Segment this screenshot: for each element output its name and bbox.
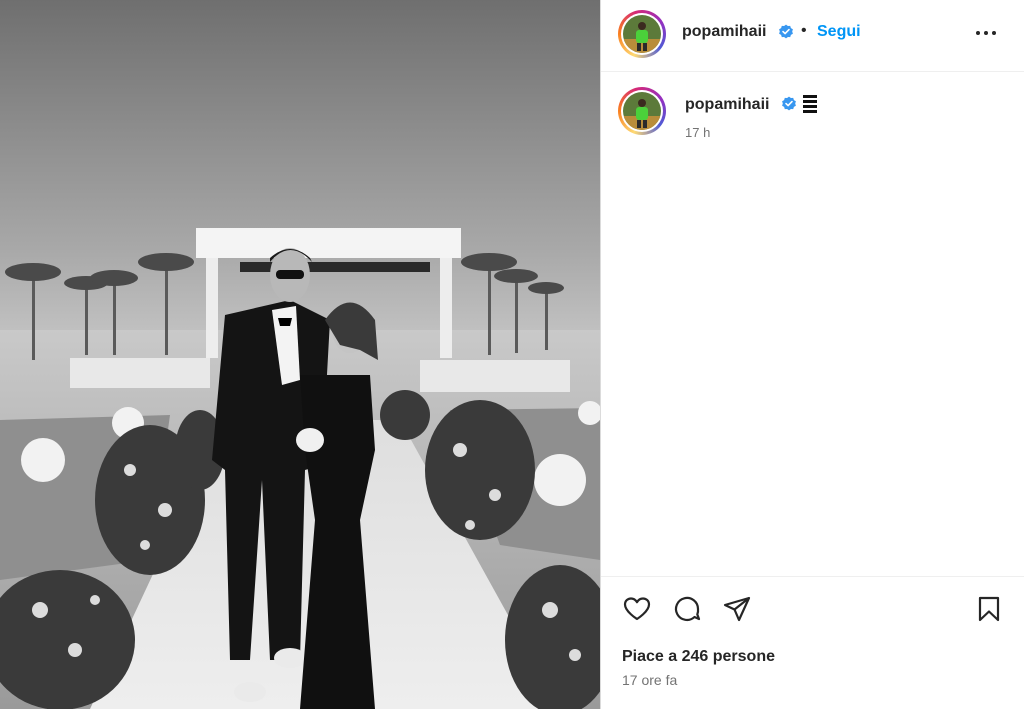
caption-timestamp: 17 h <box>685 125 711 140</box>
post-photo[interactable] <box>0 0 600 709</box>
verified-badge-icon <box>778 24 794 40</box>
bookmark-icon[interactable] <box>974 594 1004 624</box>
caption-profile-picture <box>623 92 661 130</box>
instagram-post: popamihaii • Segui popamihaii 17 h Piace… <box>0 0 1024 709</box>
avatar[interactable] <box>618 10 666 58</box>
verified-badge-icon <box>781 96 797 112</box>
post-header: popamihaii • Segui <box>601 0 1024 72</box>
comment-icon[interactable] <box>672 594 702 624</box>
wedding-photo <box>0 0 600 709</box>
profile-picture <box>623 15 661 53</box>
caption-username[interactable]: popamihaii <box>685 96 769 114</box>
more-options-icon[interactable] <box>974 18 998 48</box>
heart-icon[interactable] <box>622 594 652 624</box>
follow-button[interactable]: Segui <box>817 23 861 41</box>
send-icon[interactable] <box>722 594 752 624</box>
flag-emoji-icon <box>802 93 818 115</box>
post-timestamp[interactable]: 17 ore fa <box>622 672 677 688</box>
caption-avatar[interactable] <box>618 87 666 135</box>
header-username[interactable]: popamihaii <box>682 23 766 41</box>
separator-dot: • <box>801 22 807 39</box>
post-actions: Piace a 246 persone 17 ore fa <box>601 576 1024 709</box>
post-details-panel: popamihaii • Segui popamihaii 17 h Piace… <box>600 0 1024 709</box>
likes-count[interactable]: Piace a 246 persone <box>622 648 775 666</box>
